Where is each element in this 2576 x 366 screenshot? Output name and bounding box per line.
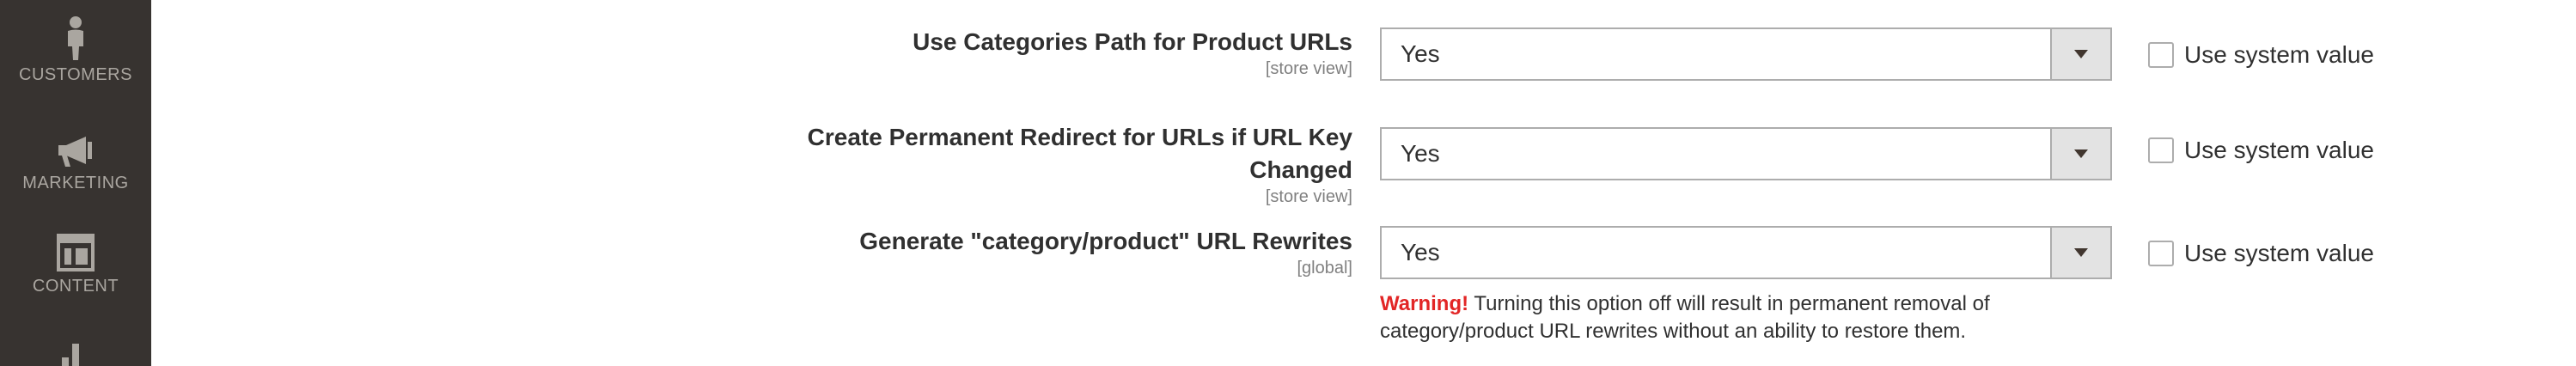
config-row-label-categories-path: Use Categories Path for Product URLs [st… bbox=[699, 26, 1352, 79]
url-rewrites-warning: Warning! Turning this option off will re… bbox=[1380, 290, 2093, 345]
customers-icon bbox=[68, 16, 83, 60]
sidebar-item-customers[interactable]: CUSTOMERS bbox=[0, 15, 151, 85]
use-system-value-checkbox[interactable] bbox=[2148, 241, 2174, 266]
select-toggle[interactable] bbox=[2050, 129, 2110, 179]
sidebar-item-label: CUSTOMERS bbox=[19, 65, 132, 84]
use-system-value-permanent-redirect[interactable]: Use system value bbox=[2148, 136, 2374, 165]
config-row-label-permanent-redirect: Create Permanent Redirect for URLs if UR… bbox=[699, 121, 1352, 207]
warning-text: Turning this option off will result in p… bbox=[1380, 292, 1990, 343]
sidebar-item-label: MARKETING bbox=[22, 174, 129, 192]
select-value: Yes bbox=[1401, 40, 1440, 67]
megaphone-icon bbox=[58, 137, 92, 167]
content-layout-icon bbox=[57, 234, 95, 271]
select-toggle[interactable] bbox=[2050, 228, 2110, 278]
field-label: Use Categories Path for Product URLs bbox=[913, 28, 1352, 55]
sidebar-item-label: CONTENT bbox=[32, 277, 119, 296]
chevron-down-icon bbox=[2074, 149, 2088, 158]
sidebar-item-marketing[interactable]: MARKETING bbox=[0, 134, 151, 193]
config-row-label-url-rewrites: Generate "category/product" URL Rewrites… bbox=[699, 225, 1352, 278]
select-value: Yes bbox=[1401, 140, 1440, 167]
use-system-value-label[interactable]: Use system value bbox=[2184, 137, 2374, 164]
use-system-value-checkbox[interactable] bbox=[2148, 42, 2174, 68]
sidebar-item-reports[interactable] bbox=[0, 342, 151, 366]
scope-label: [global] bbox=[1297, 259, 1353, 278]
use-system-value-label[interactable]: Use system value bbox=[2184, 240, 2374, 267]
field-label: Generate "category/product" URL Rewrites bbox=[859, 228, 1352, 254]
scope-label: [store view] bbox=[1265, 187, 1352, 206]
use-system-value-categories-path[interactable]: Use system value bbox=[2148, 40, 2374, 70]
chevron-down-icon bbox=[2074, 50, 2088, 58]
chevron-down-icon bbox=[2074, 248, 2088, 257]
reports-bar-icon bbox=[62, 344, 79, 366]
use-system-value-url-rewrites[interactable]: Use system value bbox=[2148, 239, 2374, 268]
permanent-redirect-select[interactable]: Yes bbox=[1380, 127, 2112, 180]
field-label-line-1: Create Permanent Redirect for URLs if UR… bbox=[807, 124, 1352, 150]
select-value: Yes bbox=[1401, 239, 1440, 265]
use-system-value-checkbox[interactable] bbox=[2148, 137, 2174, 163]
admin-sidebar: CUSTOMERS MARKETING CONTENT bbox=[0, 0, 151, 366]
field-label-line-2: Changed bbox=[1249, 156, 1352, 183]
use-system-value-label[interactable]: Use system value bbox=[2184, 41, 2374, 69]
warning-strong: Warning! bbox=[1380, 292, 1469, 315]
sidebar-item-content[interactable]: CONTENT bbox=[0, 234, 151, 296]
url-rewrites-select[interactable]: Yes bbox=[1380, 226, 2112, 279]
scope-label: [store view] bbox=[1265, 59, 1352, 78]
categories-path-select[interactable]: Yes bbox=[1380, 27, 2112, 81]
select-toggle[interactable] bbox=[2050, 29, 2110, 79]
